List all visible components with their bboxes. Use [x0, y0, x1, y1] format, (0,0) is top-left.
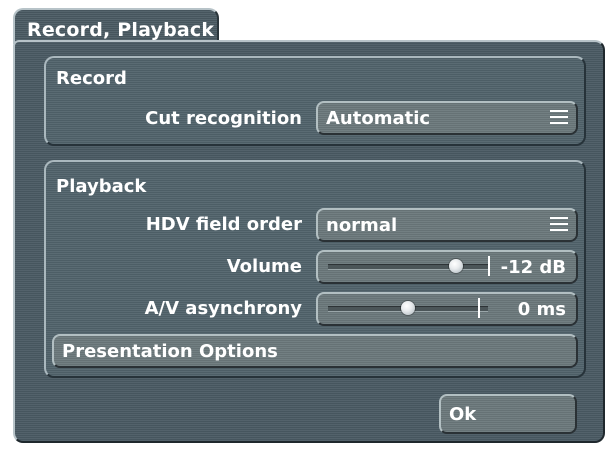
- menu-lines-icon: [550, 110, 568, 124]
- playback-group: Playback HDV field order normal Volume -…: [44, 160, 586, 378]
- av-async-slider[interactable]: 0 ms: [316, 292, 578, 326]
- volume-slider[interactable]: -12 dB: [316, 250, 578, 284]
- menu-lines-icon: [550, 217, 568, 231]
- playback-group-title: Playback: [56, 176, 147, 197]
- ok-button-label: Ok: [449, 404, 477, 425]
- av-async-value: 0 ms: [517, 299, 566, 320]
- av-async-label: A/V asynchrony: [144, 298, 302, 319]
- dialog-panel: Record Cut recognition Automatic Playbac…: [13, 40, 605, 443]
- volume-label: Volume: [226, 256, 302, 277]
- cut-recognition-dropdown[interactable]: Automatic: [316, 101, 578, 135]
- presentation-options-button[interactable]: Presentation Options: [52, 334, 578, 368]
- volume-slider-track: [328, 264, 488, 270]
- volume-slider-marker: [488, 256, 490, 276]
- dialog-title: Record, Playback: [27, 19, 215, 41]
- record-group-title: Record: [56, 68, 127, 89]
- presentation-options-label: Presentation Options: [62, 341, 278, 362]
- volume-slider-knob[interactable]: [449, 259, 463, 273]
- av-async-slider-knob[interactable]: [401, 301, 415, 315]
- volume-value: -12 dB: [500, 257, 566, 278]
- record-group: Record Cut recognition Automatic: [44, 56, 586, 146]
- cut-recognition-value: Automatic: [326, 108, 431, 129]
- av-async-slider-marker: [478, 298, 480, 318]
- record-playback-dialog: Record, Playback Record Cut recognition …: [0, 0, 611, 452]
- ok-button[interactable]: Ok: [439, 394, 577, 434]
- hdv-field-order-dropdown[interactable]: normal: [316, 208, 578, 242]
- cut-recognition-label: Cut recognition: [145, 108, 302, 129]
- hdv-field-order-value: normal: [326, 215, 398, 236]
- dialog-tab: Record, Playback: [13, 8, 219, 44]
- hdv-field-order-label: HDV field order: [145, 214, 302, 235]
